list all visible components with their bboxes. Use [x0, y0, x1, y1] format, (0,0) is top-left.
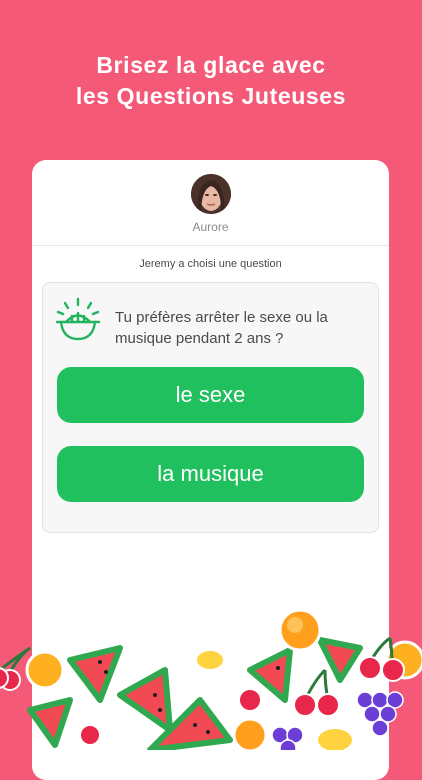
- header-divider: [32, 245, 389, 246]
- orange-icon: [232, 717, 268, 750]
- cherry-icon: [0, 646, 31, 673]
- headline-line-1: Brisez la glace avec: [96, 52, 326, 78]
- lemon-icon: [195, 649, 225, 671]
- profile-name: Aurore: [192, 220, 229, 234]
- avatar-photo: [190, 174, 231, 214]
- cherry-icon: [238, 688, 262, 712]
- answer-button-1[interactable]: le sexe: [57, 367, 364, 423]
- grapes-icon: [356, 691, 404, 737]
- cherry-icon: [79, 724, 101, 746]
- juicer-icon: [55, 297, 101, 341]
- watermelon-icon: [67, 645, 123, 703]
- question-text: Tu préfères arrêter le sexe ou la musiqu…: [115, 309, 328, 347]
- headline-line-2: les Questions Juteuses: [75, 83, 347, 109]
- question-chosen-notice: Jeremy a choisi une question: [139, 258, 282, 270]
- orange-icon: [278, 608, 322, 652]
- avatar[interactable]: [190, 174, 231, 214]
- answer-button-2[interactable]: la musique: [57, 446, 364, 502]
- fruit-pattern: [0, 608, 422, 750]
- profile-header: Aurore: [32, 174, 389, 234]
- promo-headline: Brisez la glace avec les Questions Juteu…: [0, 50, 422, 112]
- watermelon-icon: [117, 667, 173, 733]
- watermelon-icon: [27, 697, 73, 748]
- grapes-icon: [271, 726, 304, 750]
- orange-icon: [25, 650, 65, 690]
- question-card: Tu préfères arrêter le sexe ou la musiqu…: [42, 282, 379, 533]
- lemon-icon: [316, 727, 354, 750]
